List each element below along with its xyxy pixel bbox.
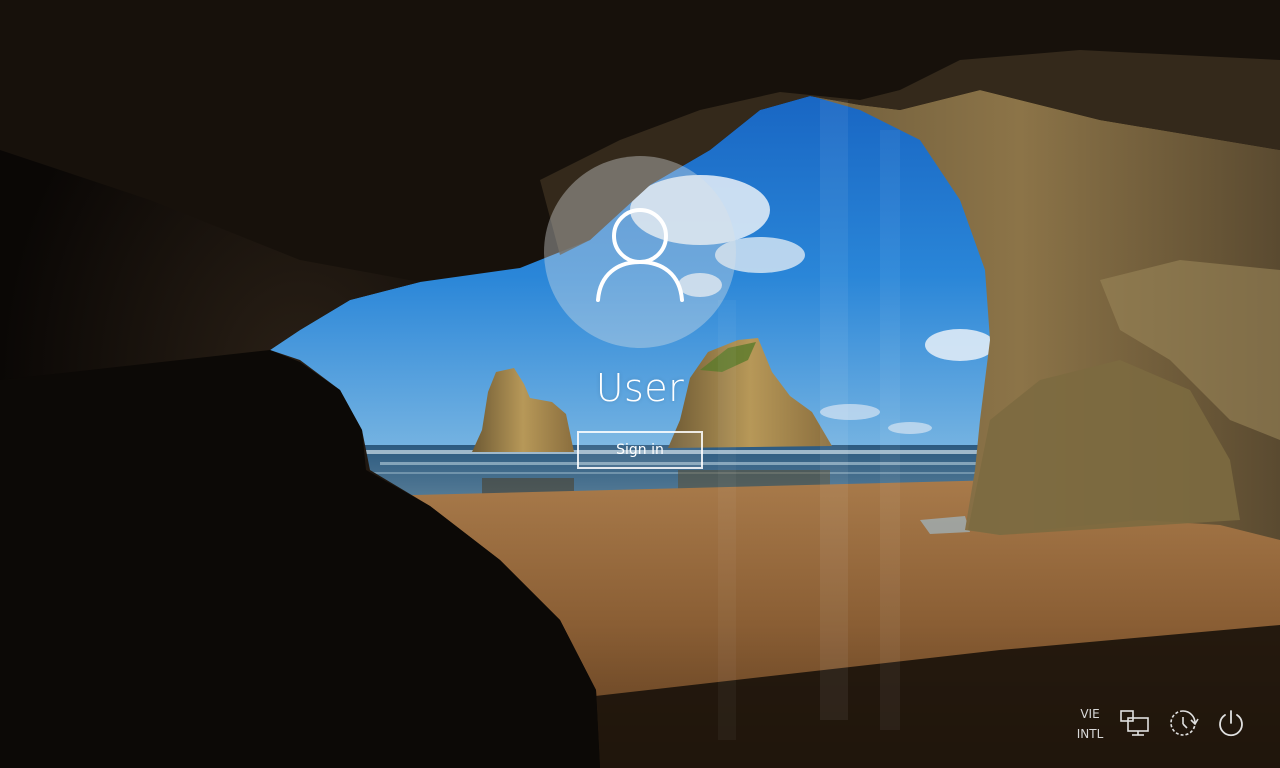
user-icon bbox=[596, 208, 684, 302]
language-code: VIE bbox=[1080, 707, 1100, 721]
system-tray: VIE INTL bbox=[1060, 700, 1260, 748]
ease-of-access-icon bbox=[1170, 710, 1199, 736]
user-avatar bbox=[544, 156, 736, 348]
power-button[interactable] bbox=[1214, 706, 1248, 740]
power-icon bbox=[1219, 710, 1243, 737]
network-icon bbox=[1120, 710, 1149, 736]
lock-screen: User Sign in VIE INTL bbox=[0, 0, 1280, 768]
language-layout: INTL bbox=[1076, 727, 1104, 741]
username-label: User bbox=[595, 366, 685, 410]
input-language-indicator[interactable]: VIE INTL bbox=[1070, 704, 1110, 744]
network-button[interactable] bbox=[1118, 706, 1152, 740]
ease-of-access-button[interactable] bbox=[1166, 706, 1200, 740]
sign-in-button[interactable]: Sign in bbox=[577, 431, 703, 469]
